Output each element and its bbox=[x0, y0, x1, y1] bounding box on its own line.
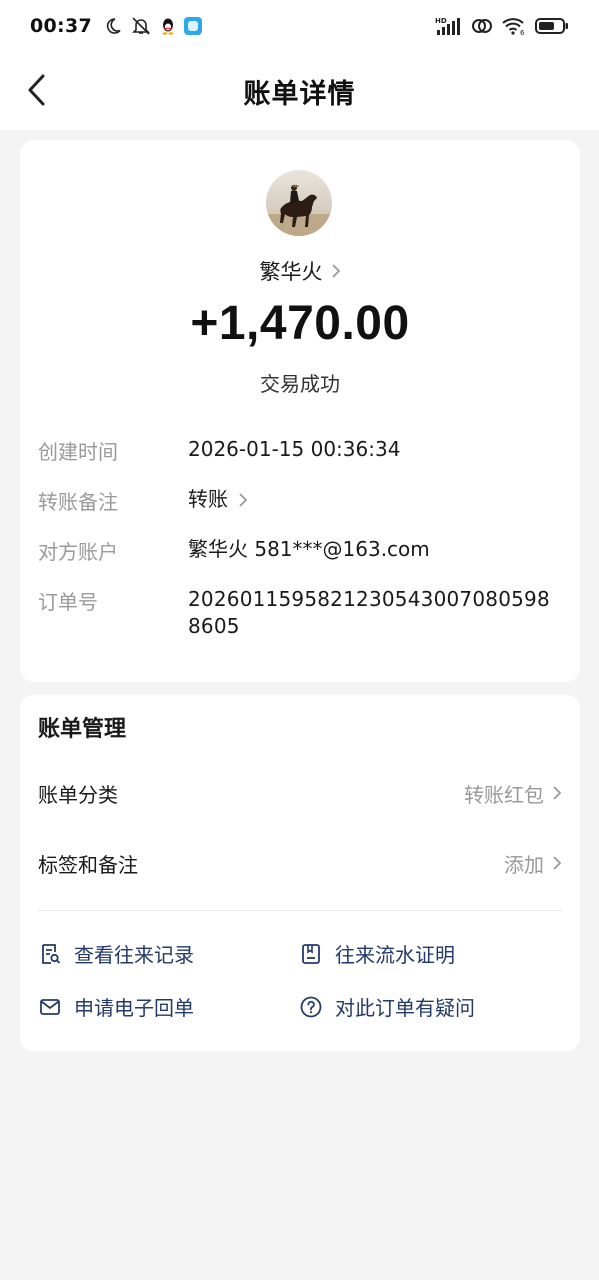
chevron-right-icon bbox=[331, 264, 340, 278]
row-label: 标签和备注 bbox=[38, 852, 138, 877]
mail-icon bbox=[40, 998, 60, 1015]
detail-label: 对方账户 bbox=[38, 540, 118, 564]
row-value: 转账红包 bbox=[464, 782, 544, 807]
row-label: 账单分类 bbox=[38, 782, 118, 807]
detail-label: 订单号 bbox=[38, 590, 98, 614]
action-label: 对此订单有疑问 bbox=[335, 996, 475, 1020]
back-button[interactable] bbox=[18, 72, 54, 108]
order-number: 2026011595821230543007080598 8605 bbox=[188, 587, 550, 638]
moon-icon bbox=[104, 17, 122, 35]
amount: +1,470.00 bbox=[190, 297, 410, 350]
battery-icon bbox=[535, 17, 569, 35]
action-label: 查看往来记录 bbox=[74, 943, 194, 967]
statement-proof-button[interactable]: 往来流水证明 bbox=[299, 939, 455, 968]
section-title: 账单管理 bbox=[38, 717, 127, 742]
transaction-status: 交易成功 bbox=[260, 372, 340, 396]
detail-value: 2026-01-15 00:36:34 bbox=[188, 437, 401, 461]
status-bar: 00:37 HD 6 bbox=[0, 0, 599, 52]
chevron-right-icon bbox=[553, 856, 562, 870]
wifi-sub: 6 bbox=[520, 29, 525, 36]
app-icon bbox=[183, 17, 202, 35]
tags-notes-row[interactable]: 标签和备注 添加 bbox=[38, 843, 562, 883]
payee-link[interactable]: 繁华火 bbox=[20, 256, 580, 286]
e-receipt-button[interactable]: 申请电子回单 bbox=[38, 992, 194, 1021]
avatar[interactable] bbox=[266, 170, 332, 236]
row-value: 添加 bbox=[504, 852, 544, 877]
detail-row-transfer-note: 转账备注 转账 bbox=[38, 486, 562, 515]
action-label: 往来流水证明 bbox=[335, 943, 455, 967]
mute-icon bbox=[130, 16, 152, 36]
detail-row-order-number: 订单号 2026011595821230543007080598 8605 bbox=[38, 586, 562, 640]
bill-category-row[interactable]: 账单分类 转账红包 bbox=[38, 773, 562, 813]
order-question-button[interactable]: 对此订单有疑问 bbox=[299, 992, 475, 1021]
detail-row-counterparty: 对方账户 繁华火 581***@163.com bbox=[38, 536, 562, 565]
question-icon bbox=[300, 996, 322, 1017]
qq-icon bbox=[160, 17, 176, 35]
wifi-icon: 6 bbox=[501, 16, 527, 36]
transfer-note-link[interactable]: 转账 bbox=[188, 486, 248, 513]
record-search-icon bbox=[42, 943, 61, 964]
nav-bar: 账单详情 bbox=[0, 52, 599, 130]
statement-icon bbox=[302, 943, 320, 964]
page-title: 账单详情 bbox=[243, 78, 356, 110]
transfer-note-value: 转账 bbox=[188, 487, 228, 511]
hd-label: HD bbox=[435, 17, 447, 25]
detail-row-created-time: 创建时间 2026-01-15 00:36:34 bbox=[38, 436, 562, 465]
detail-label: 转账备注 bbox=[38, 490, 118, 514]
detail-label: 创建时间 bbox=[38, 440, 118, 464]
divider bbox=[38, 910, 562, 911]
detail-value: 繁华火 581***@163.com bbox=[188, 537, 430, 561]
action-label: 申请电子回单 bbox=[74, 996, 194, 1020]
chevron-right-icon bbox=[553, 786, 562, 800]
view-records-button[interactable]: 查看往来记录 bbox=[38, 939, 194, 968]
payee-name: 繁华火 bbox=[259, 260, 323, 284]
status-time: 00:37 bbox=[30, 15, 92, 37]
chevron-left-icon bbox=[28, 74, 45, 106]
bill-management-card: 账单管理 账单分类 转账红包 标签和备注 添加 查看往来记录 往来流水证明 申请… bbox=[20, 695, 580, 1051]
transaction-card: 繁华火 +1,470.00 交易成功 创建时间 2026-01-15 00:36… bbox=[20, 140, 580, 682]
chevron-right-icon bbox=[239, 492, 248, 507]
signal-icon: HD bbox=[435, 16, 463, 36]
link-icon bbox=[471, 17, 493, 35]
